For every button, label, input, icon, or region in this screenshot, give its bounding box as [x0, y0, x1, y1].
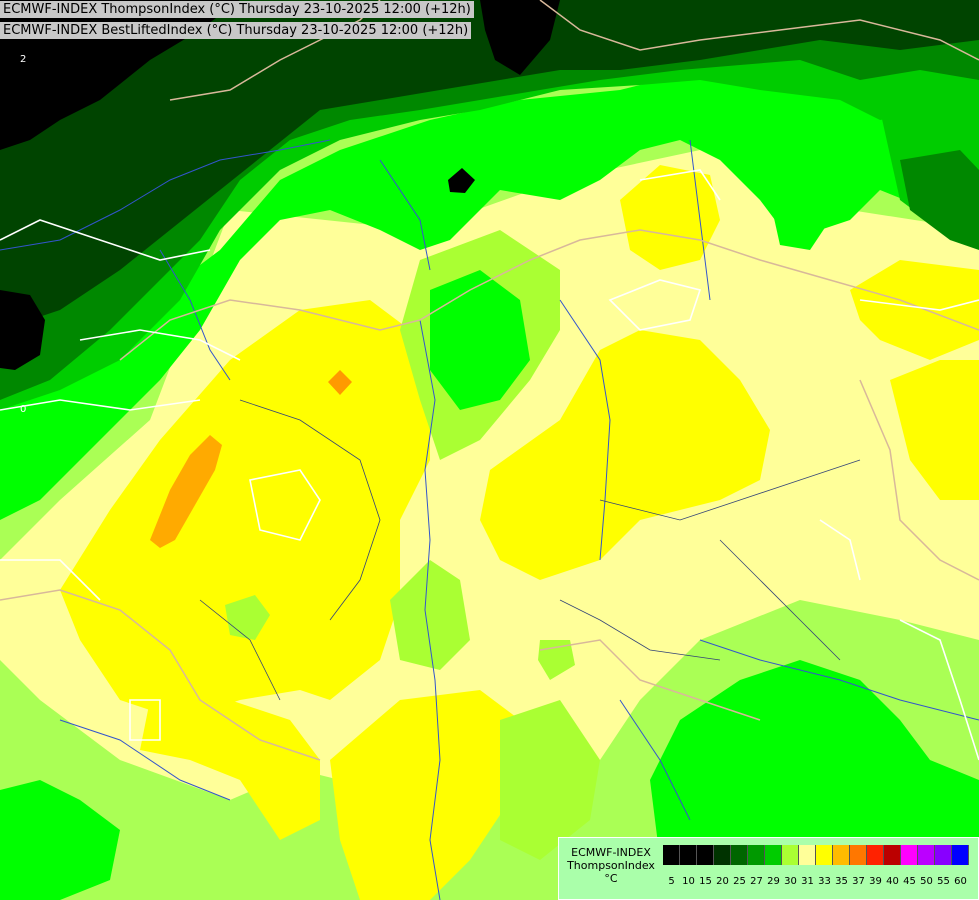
legend-model: ECMWF-INDEX: [571, 846, 651, 859]
legend-tick-label: 39: [869, 876, 882, 887]
legend-swatch: [782, 845, 799, 865]
legend-ticks: 5 10 15 20 25 27 29 30 31 33 35 37 39 40 45 50 55 60: [663, 876, 969, 887]
legend-tick-label: 5: [668, 876, 675, 887]
legend-tick-label: 37: [852, 876, 865, 887]
legend-swatch: [952, 845, 969, 865]
legend-tick-label: 60: [954, 876, 967, 887]
legend-tick-label: 35: [835, 876, 848, 887]
legend-swatch: [697, 845, 714, 865]
legend-swatch: [748, 845, 765, 865]
contour-label-2: 2: [20, 54, 26, 65]
legend-swatch: [714, 845, 731, 865]
legend-swatch: [935, 845, 952, 865]
legend-swatches: [663, 845, 969, 865]
map-title-thompson-index: ECMWF-INDEX ThompsonIndex (°C) Thursday …: [0, 1, 474, 18]
legend-tick-label: 25: [733, 876, 746, 887]
legend-parameter: ThompsonIndex: [567, 859, 655, 872]
legend-swatch: [799, 845, 816, 865]
legend-swatch: [867, 845, 884, 865]
legend-swatch: [680, 845, 697, 865]
legend-tick-label: 50: [920, 876, 933, 887]
legend-tick-label: 27: [750, 876, 763, 887]
color-legend: ECMWF-INDEX ThompsonIndex °C 5 10 15 20 25 27…: [558, 837, 979, 900]
legend-swatch: [816, 845, 833, 865]
legend-tick-label: 45: [903, 876, 916, 887]
legend-swatch: [731, 845, 748, 865]
legend-tick-label: 10: [682, 876, 695, 887]
legend-swatch: [901, 845, 918, 865]
legend-swatch: [884, 845, 901, 865]
legend-tick-label: 40: [886, 876, 899, 887]
legend-tick-label: 15: [699, 876, 712, 887]
contour-label-0: 0: [20, 404, 26, 415]
legend-tick-label: 30: [784, 876, 797, 887]
legend-tick-label: 20: [716, 876, 729, 887]
weather-map: 2 0: [0, 0, 979, 900]
map-title-best-lifted-index: ECMWF-INDEX BestLiftedIndex (°C) Thursda…: [0, 22, 472, 39]
legend-swatch: [833, 845, 850, 865]
legend-unit: °C: [604, 872, 618, 885]
legend-label: ECMWF-INDEX ThompsonIndex °C: [563, 846, 659, 885]
legend-tick-label: 29: [767, 876, 780, 887]
legend-tick-label: 55: [937, 876, 950, 887]
legend-tick-label: 31: [801, 876, 814, 887]
legend-swatch: [765, 845, 782, 865]
legend-swatch: [663, 845, 680, 865]
legend-swatch: [918, 845, 935, 865]
legend-swatch: [850, 845, 867, 865]
legend-tick-label: 33: [818, 876, 831, 887]
